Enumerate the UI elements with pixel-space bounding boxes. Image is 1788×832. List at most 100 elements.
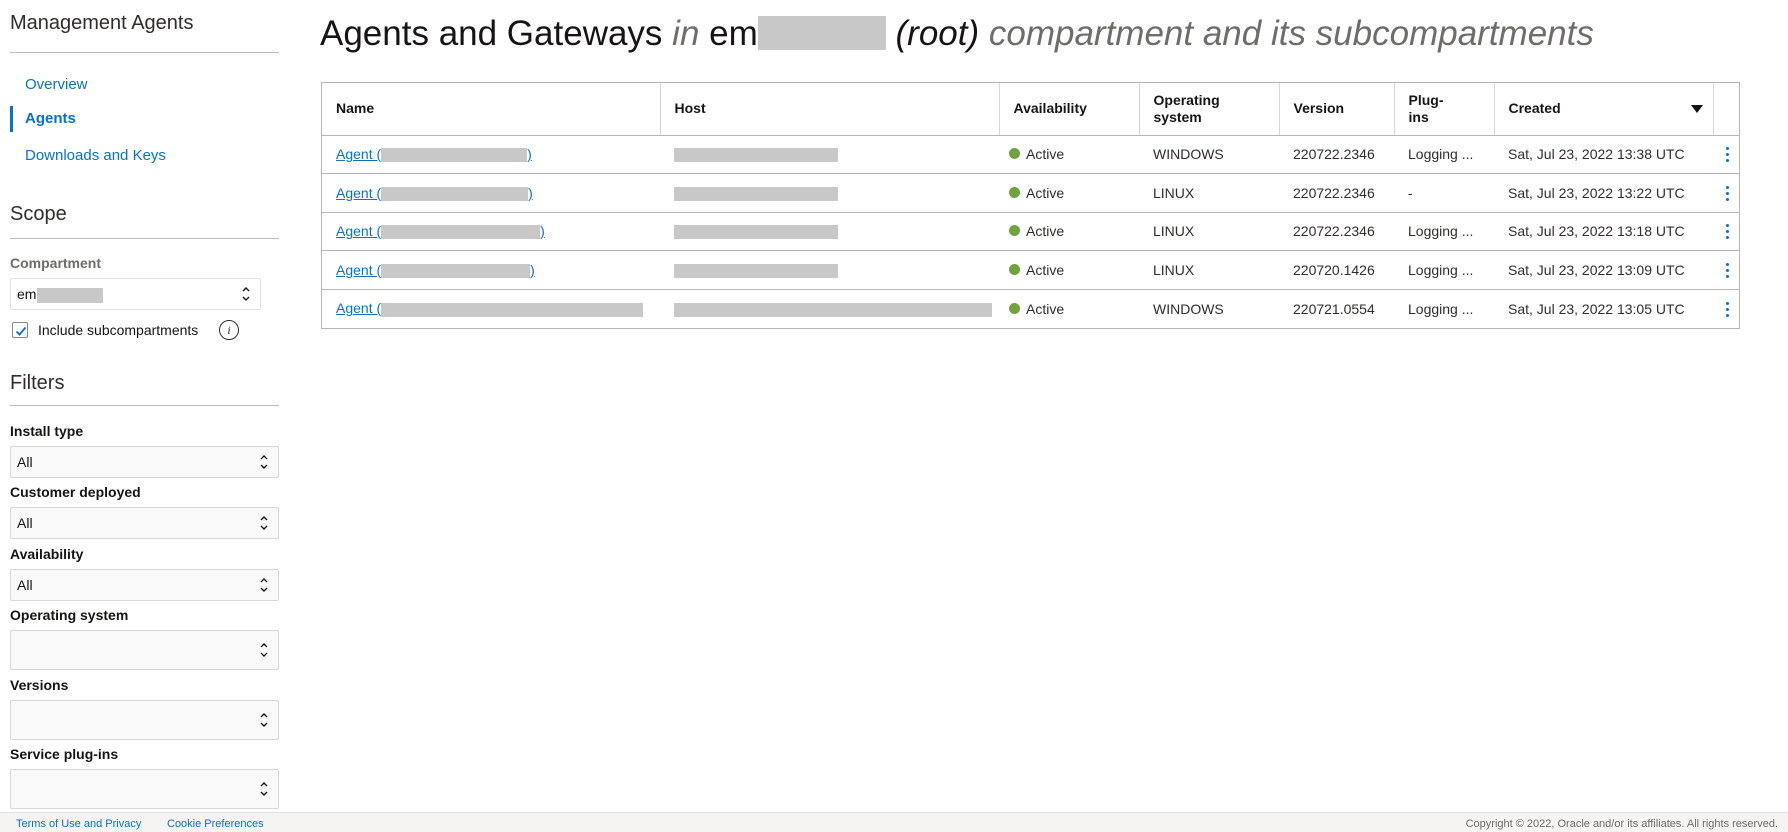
cookie-preferences-link[interactable]: Cookie Preferences bbox=[167, 818, 264, 830]
agent-name-prefix: Agent ( bbox=[336, 223, 382, 240]
copyright-text: Copyright © 2022, Oracle and/or its affi… bbox=[1465, 818, 1778, 830]
agents-table: Name Host Availability Operating system V… bbox=[321, 82, 1740, 329]
title-compartment: em bbox=[709, 14, 758, 53]
availability-label: Availability bbox=[10, 546, 84, 562]
table-row: Agent () Active LINUX 220722.2346 - Sat,… bbox=[322, 173, 1739, 213]
agent-name-link[interactable]: Agent () bbox=[336, 146, 532, 163]
agent-name-cell: Agent () bbox=[322, 135, 660, 174]
compartment-select[interactable]: em bbox=[10, 278, 261, 310]
operating-system-label: Operating system bbox=[10, 607, 129, 623]
os-cell: WINDOWS bbox=[1139, 135, 1279, 174]
table-header-row: Name Host Availability Operating system V… bbox=[322, 83, 1739, 136]
agent-name-prefix: Agent ( bbox=[336, 184, 382, 201]
checkmark-icon bbox=[15, 326, 27, 336]
column-header-availability[interactable]: Availability bbox=[999, 83, 1140, 136]
agent-name-suffix: ) bbox=[540, 223, 545, 240]
page-title: Agents and Gateways in em (root) compart… bbox=[320, 14, 1594, 54]
agent-name-suffix: ) bbox=[528, 184, 533, 201]
redacted-block bbox=[381, 225, 541, 240]
install-type-select[interactable]: All bbox=[10, 446, 279, 478]
kebab-menu-icon[interactable] bbox=[1719, 144, 1735, 164]
created-cell: Sat, Jul 23, 2022 13:38 UTC bbox=[1494, 135, 1713, 174]
column-header-os-line2: system bbox=[1153, 108, 1202, 125]
scope-title: Scope bbox=[10, 203, 67, 225]
os-cell: LINUX bbox=[1139, 212, 1279, 251]
kebab-menu-icon[interactable] bbox=[1719, 221, 1735, 241]
service-plugins-select[interactable] bbox=[10, 769, 279, 809]
version-cell: 220722.2346 bbox=[1279, 135, 1394, 174]
status-dot-icon bbox=[1009, 186, 1020, 198]
redacted-block bbox=[674, 148, 838, 163]
info-icon[interactable]: i bbox=[219, 320, 239, 340]
plugins-cell: Logging ... bbox=[1394, 250, 1494, 290]
divider bbox=[10, 405, 279, 406]
agent-name-suffix: ) bbox=[530, 261, 535, 278]
status-dot-icon bbox=[1009, 148, 1020, 160]
column-header-os-line1: Operating bbox=[1153, 91, 1220, 108]
host-cell bbox=[660, 135, 999, 174]
operating-system-select[interactable] bbox=[10, 630, 279, 670]
table-row: Agent () Active WINDOWS 220722.2346 Logg… bbox=[322, 135, 1739, 174]
agent-name-link[interactable]: Agent () bbox=[336, 223, 545, 240]
actions-cell bbox=[1713, 135, 1739, 174]
status-dot-icon bbox=[1009, 263, 1020, 275]
select-chevron-icon bbox=[260, 713, 268, 727]
kebab-menu-icon[interactable] bbox=[1719, 183, 1735, 203]
agent-name-prefix: Agent ( bbox=[336, 146, 382, 163]
plugins-cell: Logging ... bbox=[1408, 300, 1474, 317]
select-chevron-icon bbox=[260, 455, 268, 469]
sidebar: Management Agents Overview Agents Downlo… bbox=[0, 0, 290, 812]
title-in: in bbox=[672, 14, 700, 53]
column-header-created[interactable]: Created bbox=[1494, 83, 1714, 136]
sort-descending-icon[interactable] bbox=[1690, 105, 1703, 113]
footer: Terms of Use and Privacy Cookie Preferen… bbox=[0, 812, 1788, 832]
include-subcompartments[interactable]: Include subcompartments bbox=[12, 320, 198, 340]
actions-cell bbox=[1713, 289, 1739, 328]
agent-name-cell: Agent ( bbox=[322, 289, 660, 328]
versions-select[interactable] bbox=[10, 700, 279, 740]
availability-select[interactable]: All bbox=[10, 569, 279, 601]
column-header-version[interactable]: Version bbox=[1279, 83, 1395, 136]
terms-link[interactable]: Terms of Use and Privacy bbox=[16, 818, 141, 830]
agent-name-link[interactable]: Agent ( bbox=[336, 300, 644, 317]
availability-text: Active bbox=[1026, 184, 1065, 201]
agent-name-link[interactable]: Agent () bbox=[336, 185, 533, 201]
redacted-block bbox=[381, 263, 531, 278]
plugins-cell: - bbox=[1394, 173, 1494, 213]
install-type-value: All bbox=[17, 454, 33, 470]
nav-overview[interactable]: Overview bbox=[10, 72, 280, 98]
redacted-block bbox=[381, 148, 528, 163]
nav-agents[interactable]: Agents bbox=[10, 106, 280, 132]
select-chevron-icon bbox=[260, 516, 268, 530]
version-cell: 220720.1426 bbox=[1279, 250, 1394, 290]
column-header-plugins-line2: ins bbox=[1408, 108, 1429, 125]
plugins-cell: Logging ... bbox=[1394, 212, 1494, 251]
agent-name-link[interactable]: Agent () bbox=[336, 262, 535, 278]
agent-name-cell: Agent () bbox=[322, 212, 660, 251]
table-row: Agent ( Active WINDOWS 220721.0554 Loggi… bbox=[322, 289, 1739, 328]
created-cell: Sat, Jul 23, 2022 13:09 UTC bbox=[1494, 250, 1713, 290]
agent-name-cell: Agent () bbox=[322, 250, 660, 290]
kebab-menu-icon[interactable] bbox=[1719, 260, 1735, 280]
column-header-name[interactable]: Name bbox=[322, 83, 661, 136]
column-header-plugins-line1: Plug- bbox=[1408, 91, 1444, 108]
column-header-plugins[interactable]: Plug-ins bbox=[1394, 83, 1495, 136]
nav-downloads-and-keys[interactable]: Downloads and Keys bbox=[10, 143, 280, 169]
availability-cell: Active bbox=[999, 173, 1139, 213]
column-header-host[interactable]: Host bbox=[660, 83, 1000, 136]
version-cell: 220722.2346 bbox=[1279, 173, 1394, 213]
title-suffix: compartment and its subcompartments bbox=[988, 14, 1594, 53]
column-header-operating-system[interactable]: Operating system bbox=[1139, 83, 1280, 136]
agent-name-cell: Agent () bbox=[322, 173, 660, 213]
agent-name-suffix: ) bbox=[527, 146, 532, 163]
column-header-created-label: Created bbox=[1508, 100, 1561, 117]
column-header-actions bbox=[1713, 83, 1739, 136]
redacted-block bbox=[674, 263, 838, 278]
created-cell: Sat, Jul 23, 2022 13:05 UTC bbox=[1508, 300, 1685, 317]
agent-name-prefix: Agent ( bbox=[336, 261, 382, 278]
kebab-menu-icon[interactable] bbox=[1719, 299, 1735, 319]
actions-cell bbox=[1713, 212, 1739, 251]
include-subcompartments-checkbox[interactable] bbox=[12, 322, 28, 338]
host-cell bbox=[660, 173, 999, 213]
customer-deployed-select[interactable]: All bbox=[10, 507, 279, 539]
